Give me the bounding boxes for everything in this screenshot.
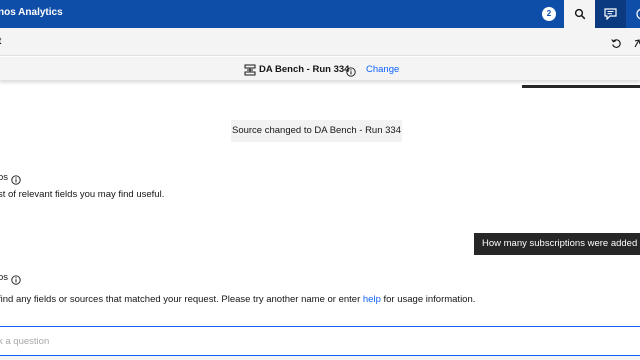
top-header-bar: nos Analytics 2 bbox=[0, 0, 640, 28]
source-changed-message: Source changed to DA Bench - Run 334 bbox=[231, 120, 402, 142]
assistant-chat-button[interactable] bbox=[595, 0, 626, 28]
bot-message-text: for usage information. bbox=[380, 294, 476, 305]
bot-message-text: find any fields or sources that matched … bbox=[0, 294, 363, 305]
panel-toolbar: t bbox=[0, 28, 640, 56]
info-icon bbox=[11, 275, 21, 285]
app-title: nos Analytics bbox=[0, 7, 63, 18]
bot-name: os bbox=[0, 272, 9, 283]
notification-badge[interactable]: 2 bbox=[542, 7, 556, 21]
ask-question-input[interactable] bbox=[0, 327, 640, 355]
help-icon bbox=[635, 8, 640, 20]
chat-icon bbox=[604, 8, 617, 20]
source-name: DA Bench - Run 334 bbox=[259, 64, 350, 75]
panel-title: t bbox=[0, 36, 1, 47]
source-info-button[interactable] bbox=[346, 64, 356, 82]
tooltip-edge bbox=[522, 85, 640, 88]
change-source-link[interactable]: Change bbox=[366, 64, 399, 75]
user-message: How many subscriptions were added in bbox=[474, 233, 640, 255]
bottom-strip bbox=[0, 356, 640, 360]
reset-conversation-button[interactable] bbox=[611, 36, 622, 54]
search-button[interactable] bbox=[564, 0, 595, 28]
help-link[interactable]: help bbox=[363, 294, 381, 305]
data-module-icon bbox=[244, 63, 256, 81]
source-bar: DA Bench - Run 334 Change bbox=[0, 57, 640, 81]
collapse-panel-button[interactable] bbox=[634, 36, 640, 54]
help-button[interactable] bbox=[626, 0, 640, 28]
search-icon bbox=[574, 8, 585, 20]
collapse-icon bbox=[634, 39, 640, 48]
bot-message: st of relevant fields you may find usefu… bbox=[0, 189, 165, 200]
question-input-area bbox=[0, 326, 640, 356]
bot-name: os bbox=[0, 172, 9, 183]
bot-message: find any fields or sources that matched … bbox=[0, 294, 475, 305]
bot-info-button[interactable] bbox=[11, 172, 21, 190]
reset-icon bbox=[611, 39, 621, 48]
bot-info-button[interactable] bbox=[11, 272, 21, 290]
info-icon bbox=[346, 67, 356, 77]
info-icon bbox=[11, 175, 21, 185]
